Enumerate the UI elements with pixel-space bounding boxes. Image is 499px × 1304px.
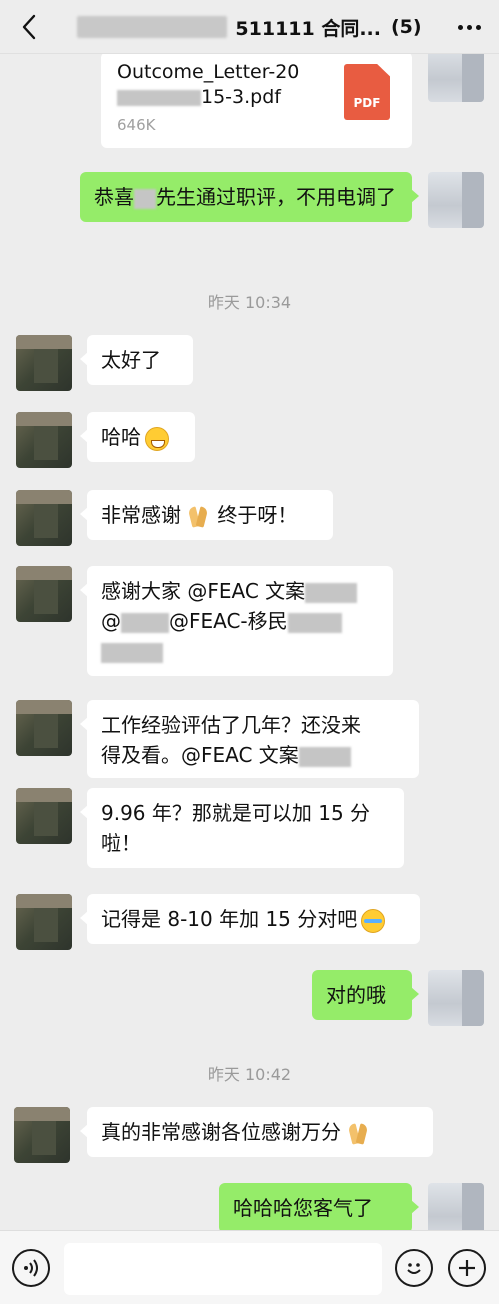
message-bubble[interactable]: 真的非常感谢各位感谢万分 — [80, 1107, 433, 1157]
avatar[interactable] — [14, 1107, 70, 1163]
redacted-text — [121, 612, 169, 633]
message-bubble[interactable]: 工作经验评估了几年？还没来 得及看。@FEAC 文案 — [80, 700, 419, 778]
chat-header: 511111 合同... (5) — [0, 0, 499, 54]
pdf-icon: PDF — [344, 64, 390, 120]
message-input[interactable] — [64, 1243, 382, 1295]
avatar[interactable] — [16, 700, 72, 756]
member-count: (5) — [391, 16, 422, 38]
avatar[interactable] — [16, 566, 72, 622]
more-button[interactable] — [453, 14, 485, 40]
avatar[interactable] — [16, 894, 72, 950]
redacted-text — [134, 188, 156, 209]
pray-emoji-icon — [345, 1122, 371, 1146]
grin-emoji-icon — [145, 426, 169, 451]
redacted-name — [77, 16, 228, 38]
message-bubble[interactable]: 哈哈 — [80, 412, 195, 462]
avatar[interactable] — [428, 46, 484, 102]
message-bubble[interactable]: 感谢大家 @FEAC 文案 @ @FEAC-移民 — [80, 566, 393, 676]
voice-button[interactable] — [12, 1249, 50, 1287]
chat-title-text: 511111 合同... — [235, 17, 381, 40]
avatar[interactable] — [16, 788, 72, 844]
avatar[interactable] — [428, 970, 484, 1026]
redacted-text — [298, 746, 351, 767]
redacted-text — [287, 612, 342, 633]
redacted-text — [101, 642, 163, 663]
message-bubble[interactable]: 9.96 年？那就是可以加 15 分 啦！ — [80, 788, 404, 868]
message-bubble[interactable]: 太好了 — [80, 335, 193, 385]
plus-button[interactable] — [448, 1249, 486, 1287]
plus-icon — [459, 1260, 475, 1276]
message-bubble[interactable]: 非常感谢 终于呀！ — [80, 490, 333, 540]
pray-emoji-icon — [185, 505, 211, 529]
avatar[interactable] — [428, 172, 484, 228]
emoji-icon — [407, 1263, 421, 1274]
timestamp: 昨天 10:42 — [207, 1065, 292, 1084]
file-name: Outcome_Letter-20 15-3.pdf — [117, 61, 300, 108]
chevron-left-icon — [22, 14, 36, 40]
message-bubble[interactable]: 恭喜 先生通过职评，不用电调了 — [80, 172, 419, 222]
emoji-button[interactable] — [395, 1249, 433, 1287]
message-bubble[interactable]: 记得是 8-10 年加 15 分对吧 — [80, 894, 420, 944]
avatar[interactable] — [16, 412, 72, 468]
message-bubble[interactable]: 哈哈哈您客气了 — [219, 1183, 419, 1233]
file-message[interactable]: Outcome_Letter-20 15-3.pdf 646K PDF — [101, 52, 412, 148]
avatar[interactable] — [16, 490, 72, 546]
laughing-emoji-icon — [361, 908, 386, 933]
redacted-text — [305, 582, 358, 603]
voice-icon — [24, 1259, 38, 1277]
input-bar — [0, 1230, 499, 1304]
redacted-text — [117, 89, 201, 106]
avatar[interactable] — [16, 335, 72, 391]
more-icon — [457, 24, 463, 30]
timestamp: 昨天 10:34 — [207, 293, 292, 312]
back-button[interactable] — [14, 12, 44, 42]
message-bubble[interactable]: 对的哦 — [312, 970, 419, 1020]
chat-title[interactable]: 511111 合同... (5) — [70, 0, 429, 54]
